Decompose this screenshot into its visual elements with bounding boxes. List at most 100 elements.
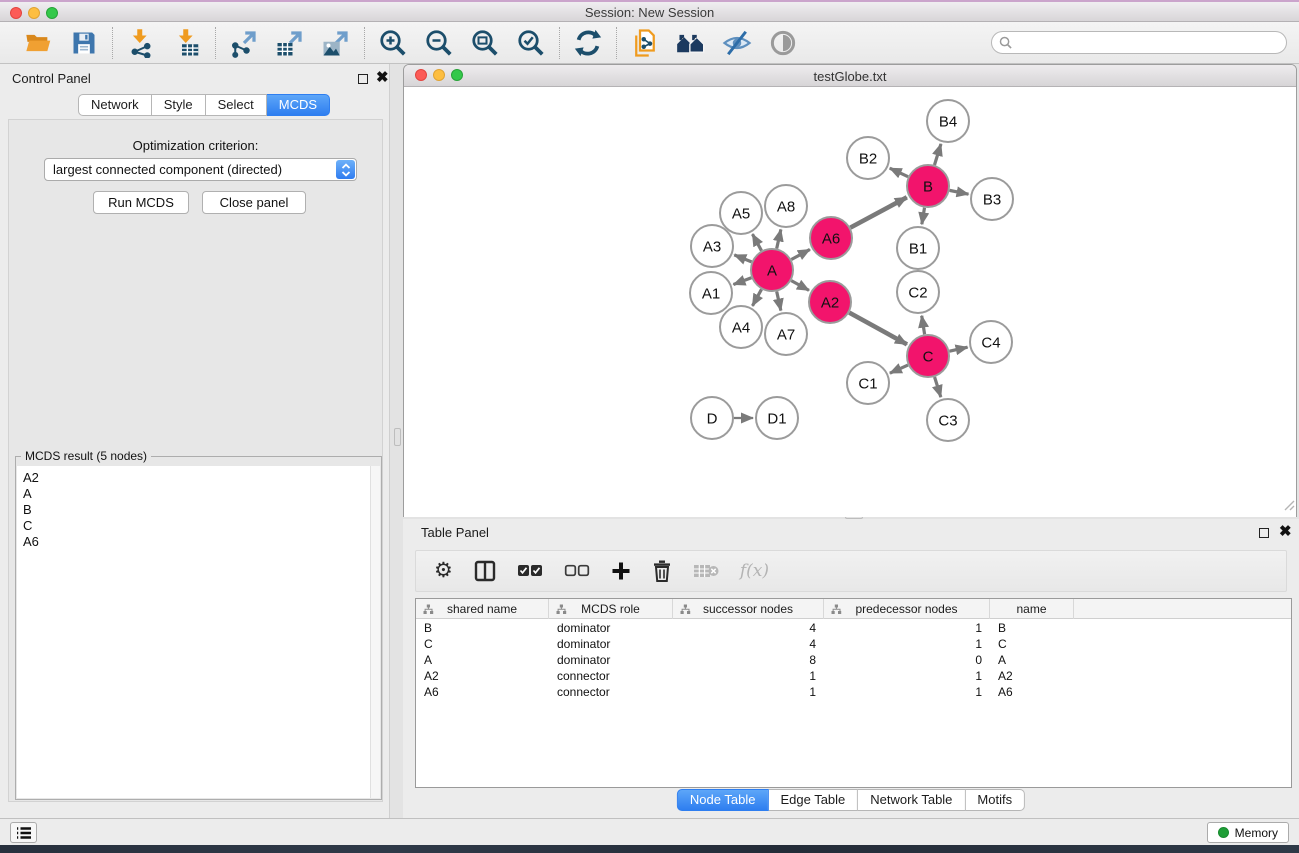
search-input[interactable] [991,31,1287,54]
cell-shared_name[interactable]: C [416,636,549,652]
run-mcds-button[interactable]: Run MCDS [93,191,189,214]
deselect-all-icon[interactable] [564,557,590,585]
tab-network[interactable]: Network [78,94,152,116]
tab-style[interactable]: Style [152,94,206,116]
graph-edge-B-B1[interactable] [922,208,925,225]
table-float-panel-icon[interactable] [1259,528,1269,538]
column-header-predecessor-nodes[interactable]: predecessor nodes [824,599,990,619]
cell-name[interactable]: A2 [990,668,1074,684]
function-builder-icon[interactable]: f(x) [740,557,769,585]
criterion-dropdown[interactable]: largest connected component (directed) [44,158,357,181]
graph-edge-A-A8[interactable] [777,229,781,248]
mcds-result-item[interactable]: A [23,486,370,502]
graph-edge-A-A4[interactable] [752,289,761,306]
tab-network-table[interactable]: Network Table [858,789,965,811]
cell-mcds_role[interactable]: dominator [549,636,673,652]
graph-edge-B-B3[interactable] [950,190,969,194]
column-header-MCDS-role[interactable]: MCDS role [549,599,673,619]
mcds-result-item[interactable]: B [23,502,370,518]
cell-shared_name[interactable]: B [416,620,549,636]
select-all-icon[interactable] [517,557,543,585]
close-panel-button[interactable]: Close panel [202,191,306,214]
zoom-fit-icon[interactable] [470,28,500,58]
export-table-icon[interactable] [275,28,305,58]
graph-edge-B-B2[interactable] [890,168,908,177]
column-header-shared-name[interactable]: shared name [416,599,549,619]
cell-successors[interactable]: 4 [673,620,824,636]
graph-edge-A-A1[interactable] [733,278,751,285]
cell-successors[interactable]: 4 [673,636,824,652]
cell-name[interactable]: A6 [990,684,1074,700]
home-views-icon[interactable] [676,28,706,58]
cell-predecessors[interactable]: 0 [824,652,990,668]
import-network-icon[interactable] [126,28,156,58]
graph-edge-A-A6[interactable] [791,249,810,259]
tab-edge-table[interactable]: Edge Table [768,789,858,811]
table-settings-icon[interactable]: ⚙ [434,557,453,585]
tab-node-table[interactable]: Node Table [677,789,769,811]
cell-successors[interactable]: 1 [673,684,824,700]
task-history-button[interactable] [10,822,37,843]
cell-mcds_role[interactable]: dominator [549,652,673,668]
cell-mcds_role[interactable]: connector [549,684,673,700]
graph-edge-C-C1[interactable] [890,365,908,373]
export-network-icon[interactable] [229,28,259,58]
cell-predecessors[interactable]: 1 [824,684,990,700]
memory-button[interactable]: Memory [1207,822,1289,843]
graph-edge-A2-C[interactable] [849,313,907,345]
graph-edge-A6-B[interactable] [850,197,906,227]
float-panel-icon[interactable] [358,74,368,84]
network-graph[interactable]: B4B2BB3A8A5A6B1A3AC2A1A2A4A7C4CC1C3DD1 [404,87,1296,517]
mcds-result-item[interactable]: C [23,518,370,534]
graph-edge-B-B4[interactable] [934,144,940,165]
tab-mcds[interactable]: MCDS [267,94,330,116]
column-header-name[interactable]: name [990,599,1074,619]
show-hidden-eye-icon[interactable] [768,28,798,58]
add-row-icon[interactable] [611,557,631,585]
cell-predecessors[interactable]: 1 [824,636,990,652]
cell-mcds_role[interactable]: dominator [549,620,673,636]
export-image-icon[interactable] [321,28,351,58]
zoom-in-icon[interactable] [378,28,408,58]
close-panel-icon[interactable]: ✖ [376,69,389,87]
cell-mcds_role[interactable]: connector [549,668,673,684]
cell-successors[interactable]: 1 [673,668,824,684]
open-session-icon[interactable] [23,28,53,58]
zoom-selected-icon[interactable] [516,28,546,58]
cell-name[interactable]: A [990,652,1074,668]
delete-row-icon[interactable] [652,557,672,585]
graph-edge-C-C4[interactable] [949,347,967,351]
mcds-result-scrollbar[interactable] [370,466,380,798]
cell-shared_name[interactable]: A2 [416,668,549,684]
resize-grip-icon[interactable] [1283,498,1295,516]
delete-table-icon[interactable] [693,557,719,585]
graph-edge-C-C3[interactable] [935,377,941,397]
cell-shared_name[interactable]: A6 [416,684,549,700]
tab-motifs[interactable]: Motifs [965,789,1025,811]
table-row[interactable]: Bdominator41B [416,620,1291,636]
cell-name[interactable]: B [990,620,1074,636]
graph-edge-C-C2[interactable] [922,316,925,335]
network-canvas[interactable]: B4B2BB3A8A5A6B1A3AC2A1A2A4A7C4CC1C3DD1 [404,87,1296,517]
vertical-split-handle[interactable] [394,428,401,446]
clone-network-icon[interactable] [630,28,660,58]
mcds-result-list[interactable]: A2ABCA6 [17,466,370,798]
import-table-icon[interactable] [172,28,202,58]
save-session-icon[interactable] [69,28,99,58]
table-row[interactable]: A2connector11A2 [416,668,1291,684]
cell-shared_name[interactable]: A [416,652,549,668]
cell-predecessors[interactable]: 1 [824,620,990,636]
graph-edge-A-A2[interactable] [791,281,809,291]
table-close-panel-icon[interactable]: ✖ [1279,523,1292,541]
hide-selected-eye-icon[interactable] [722,28,752,58]
tab-select[interactable]: Select [206,94,267,116]
graph-edge-A-A5[interactable] [752,234,761,251]
table-row[interactable]: A6connector11A6 [416,684,1291,700]
graph-edge-A-A3[interactable] [734,255,751,262]
graph-edge-A-A7[interactable] [777,291,781,310]
table-row[interactable]: Cdominator41C [416,636,1291,652]
column-header-successor-nodes[interactable]: successor nodes [673,599,824,619]
show-columns-icon[interactable] [474,557,496,585]
table-row[interactable]: Adominator80A [416,652,1291,668]
cell-successors[interactable]: 8 [673,652,824,668]
